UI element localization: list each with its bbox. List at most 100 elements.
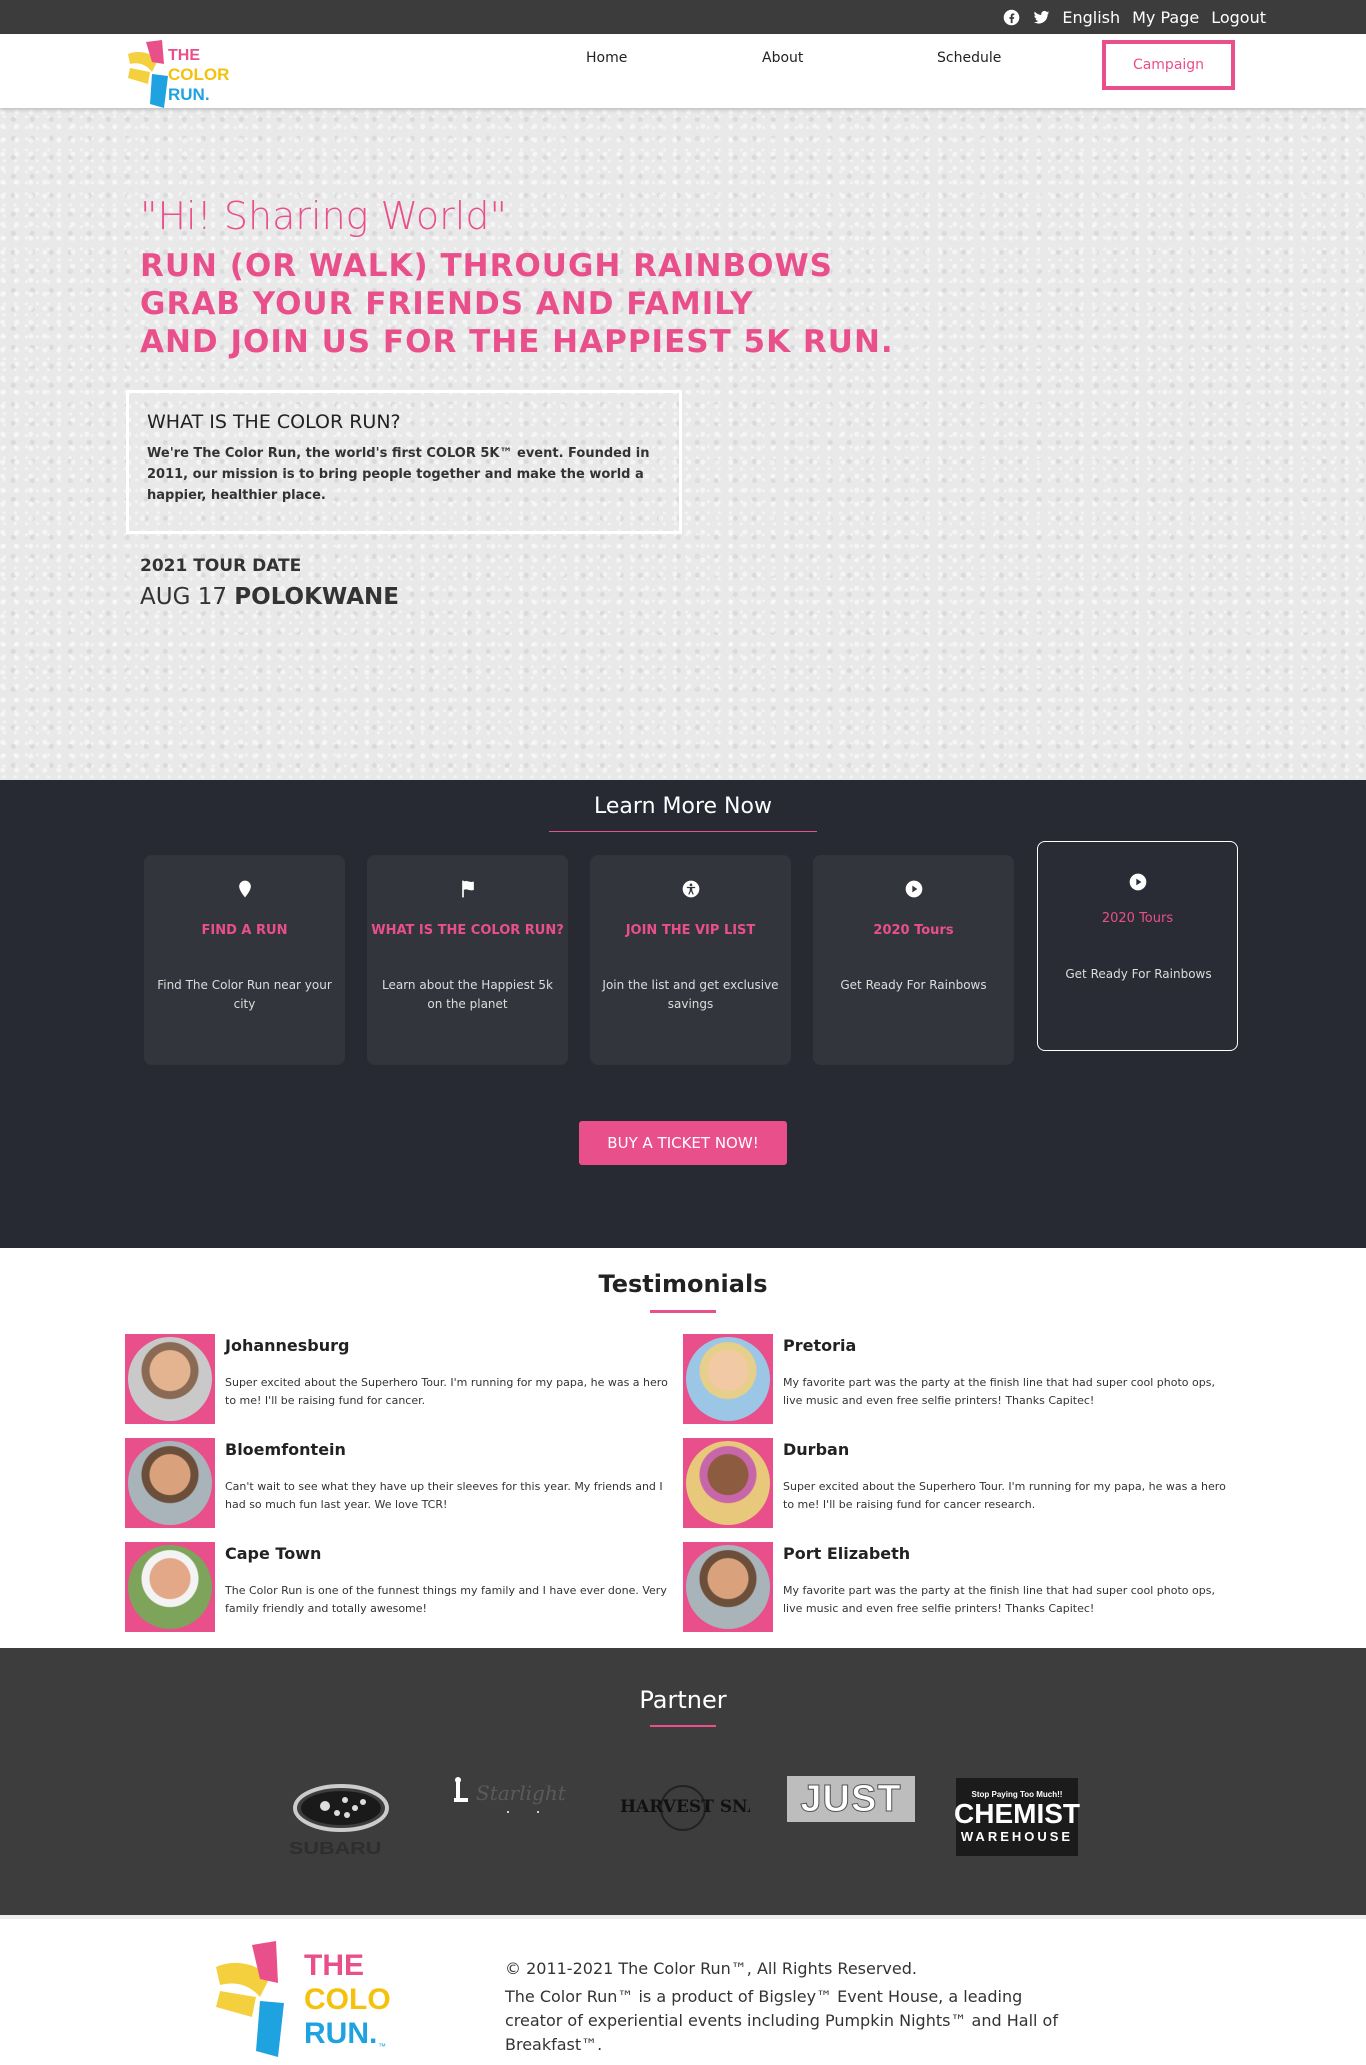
partner-divider [650,1725,716,1727]
flag-icon [367,879,568,901]
warehouse-text: WAREHOUSE [960,1829,1074,1844]
nav-about[interactable]: About [762,50,803,66]
subaru-logo[interactable]: SUBARU [285,1778,407,1858]
testimonial-card: Port Elizabeth My favorite part was the … [683,1542,1233,1634]
partner-section: Partner SUBARU Starlight HARVEST SNAPS J… [0,1648,1366,1915]
testimonial-city: Bloemfontein [225,1440,346,1459]
footer-logo[interactable]: THE COLOR RUN. ™ [212,1941,392,2057]
starlight-text: Starlight [476,1781,567,1805]
campaign-button[interactable]: Campaign [1102,40,1235,90]
buy-ticket-button[interactable]: BUY A TICKET NOW! [579,1121,787,1165]
card-title: FIND A RUN [201,923,288,938]
map-pin-icon [144,879,345,901]
logo-color: COLOR [304,1983,392,2016]
top-bar: English My Page Logout [0,0,1366,34]
tour-label: 2021 TOUR DATE [140,556,302,576]
card-what-is[interactable]: WHAT IS THE COLOR RUN? Learn about the H… [367,855,568,1065]
footer: THE COLOR RUN. ™ © 2011-2021 The Color R… [0,1915,1366,2065]
testimonial-text: My favorite part was the party at the fi… [783,1584,1215,1615]
main-nav: THE COLOR RUN. Home About Schedule Campa… [0,34,1366,108]
card-find-a-run[interactable]: FIND A RUN Find The Color Run near your … [144,855,345,1065]
play-icon [1038,872,1237,894]
copyright-text: © 2011-2021 The Color Run™, All Rights R… [505,1959,917,1978]
card-desc: Join the list and get exclusive savings [602,978,779,1011]
my-page-link[interactable]: My Page [1132,8,1199,27]
tour-date: AUG 17 POLOKWANE [140,584,399,610]
hero-greeting: "Hi! Sharing World" [140,194,507,238]
tour-date-city: POLOKWANE [234,584,399,610]
testimonial-text: Super excited about the Superhero Tour. … [225,1376,668,1407]
testimonial-card: Durban Super excited about the Superhero… [683,1438,1233,1530]
testimonials-heading: Testimonials [598,1270,768,1298]
tour-date-day: AUG 17 [140,584,227,610]
testimonial-card: Cape Town The Color Run is one of the fu… [125,1542,675,1634]
what-is-text: We're The Color Run, the world's first C… [147,446,650,503]
card-title: 2020 Tours [873,923,954,938]
hero-section: "Hi! Sharing World" RUN (OR WALK) THROUG… [0,108,1366,780]
testimonial-city: Port Elizabeth [783,1544,911,1563]
logo-tm: ™ [378,2042,386,2051]
hero-tagline-1: RUN (OR WALK) THROUGH RAINBOWS [140,248,834,284]
avatar [125,1334,215,1424]
card-desc: Learn about the Happiest 5k on the plane… [382,978,553,1011]
color-run-logo[interactable]: THE COLOR RUN. [124,40,240,108]
nav-home[interactable]: Home [586,50,627,66]
card-vip-list[interactable]: JOIN THE VIP LIST Join the list and get … [590,855,791,1065]
chemist-text: CHEMIST [954,1798,1080,1829]
svg-text:COLOR: COLOR [168,65,229,84]
avatar [683,1438,773,1528]
harvest-snaps-logo[interactable]: HARVEST SNAPS [616,1778,750,1838]
testimonial-city: Durban [783,1440,850,1459]
subaru-text: SUBARU [289,1839,381,1858]
hero-tagline-2: GRAB YOUR FRIENDS AND FAMILY [140,286,754,322]
language-selector[interactable]: English [1062,8,1120,27]
learn-more-heading: Learn More Now [594,794,772,819]
learn-more-divider [549,831,817,832]
card-title: WHAT IS THE COLOR RUN? [371,923,564,938]
testimonial-text: The Color Run is one of the funnest thin… [225,1584,667,1615]
svg-text:THE: THE [168,47,200,64]
testimonial-text: Super excited about the Superhero Tour. … [783,1480,1226,1511]
harvest-snaps-text: HARVEST SNAPS [620,1797,750,1817]
top-links: English My Page Logout [1002,0,1266,34]
learn-more-section: Learn More Now FIND A RUN Find The Color… [0,780,1366,1248]
nav-schedule[interactable]: Schedule [937,50,1001,66]
logo-the: THE [304,1949,364,1982]
card-desc: Find The Color Run near your city [157,978,332,1011]
svg-text:RUN.: RUN. [168,85,210,104]
avatar [683,1334,773,1424]
partner-heading: Partner [639,1686,727,1714]
testimonial-city: Cape Town [225,1544,322,1563]
footer-description: The Color Run™ is a product of Bigsley™ … [505,1987,1058,2054]
card-title: 2020 Tours [1101,911,1174,926]
card-title: JOIN THE VIP LIST [625,923,756,938]
card-desc: Get Ready For Rainbows [1065,967,1212,981]
accessibility-icon [590,879,791,901]
play-icon [813,879,1014,901]
what-is-box: WHAT IS THE COLOR RUN? We're The Color R… [126,390,682,534]
testimonial-text: My favorite part was the party at the fi… [783,1376,1215,1407]
facebook-icon[interactable] [1002,8,1020,26]
twitter-icon[interactable] [1032,8,1050,26]
testimonial-city: Pretoria [783,1336,857,1355]
card-desc: Get Ready For Rainbows [840,978,987,992]
logout-link[interactable]: Logout [1211,8,1266,27]
testimonials-divider [650,1310,716,1313]
testimonial-card: Johannesburg Super excited about the Sup… [125,1334,675,1426]
avatar [125,1542,215,1632]
avatar [683,1542,773,1632]
testimonials-section: Testimonials Johannesburg Super excited … [0,1248,1366,1648]
just-text: JUST [800,1777,902,1820]
hero-tagline-3: AND JOIN US FOR THE HAPPIEST 5K RUN. [140,324,894,360]
starlight-logo[interactable]: Starlight [448,1772,580,1822]
what-is-title: WHAT IS THE COLOR RUN? [147,411,401,433]
testimonial-card: Bloemfontein Can't wait to see what they… [125,1438,675,1530]
avatar [125,1438,215,1528]
testimonial-card: Pretoria My favorite part was the party … [683,1334,1233,1426]
card-2020-tours-active[interactable]: 2020 Tours Get Ready For Rainbows [1037,841,1238,1051]
testimonial-city: Johannesburg [225,1336,350,1355]
card-2020-tours[interactable]: 2020 Tours Get Ready For Rainbows [813,855,1014,1065]
just-logo[interactable]: JUST [787,1776,915,1822]
testimonial-text: Can't wait to see what they have up thei… [225,1480,663,1511]
chemist-warehouse-logo[interactable]: Stop Paying Too Much!! CHEMIST WAREHOUSE [954,1778,1080,1856]
